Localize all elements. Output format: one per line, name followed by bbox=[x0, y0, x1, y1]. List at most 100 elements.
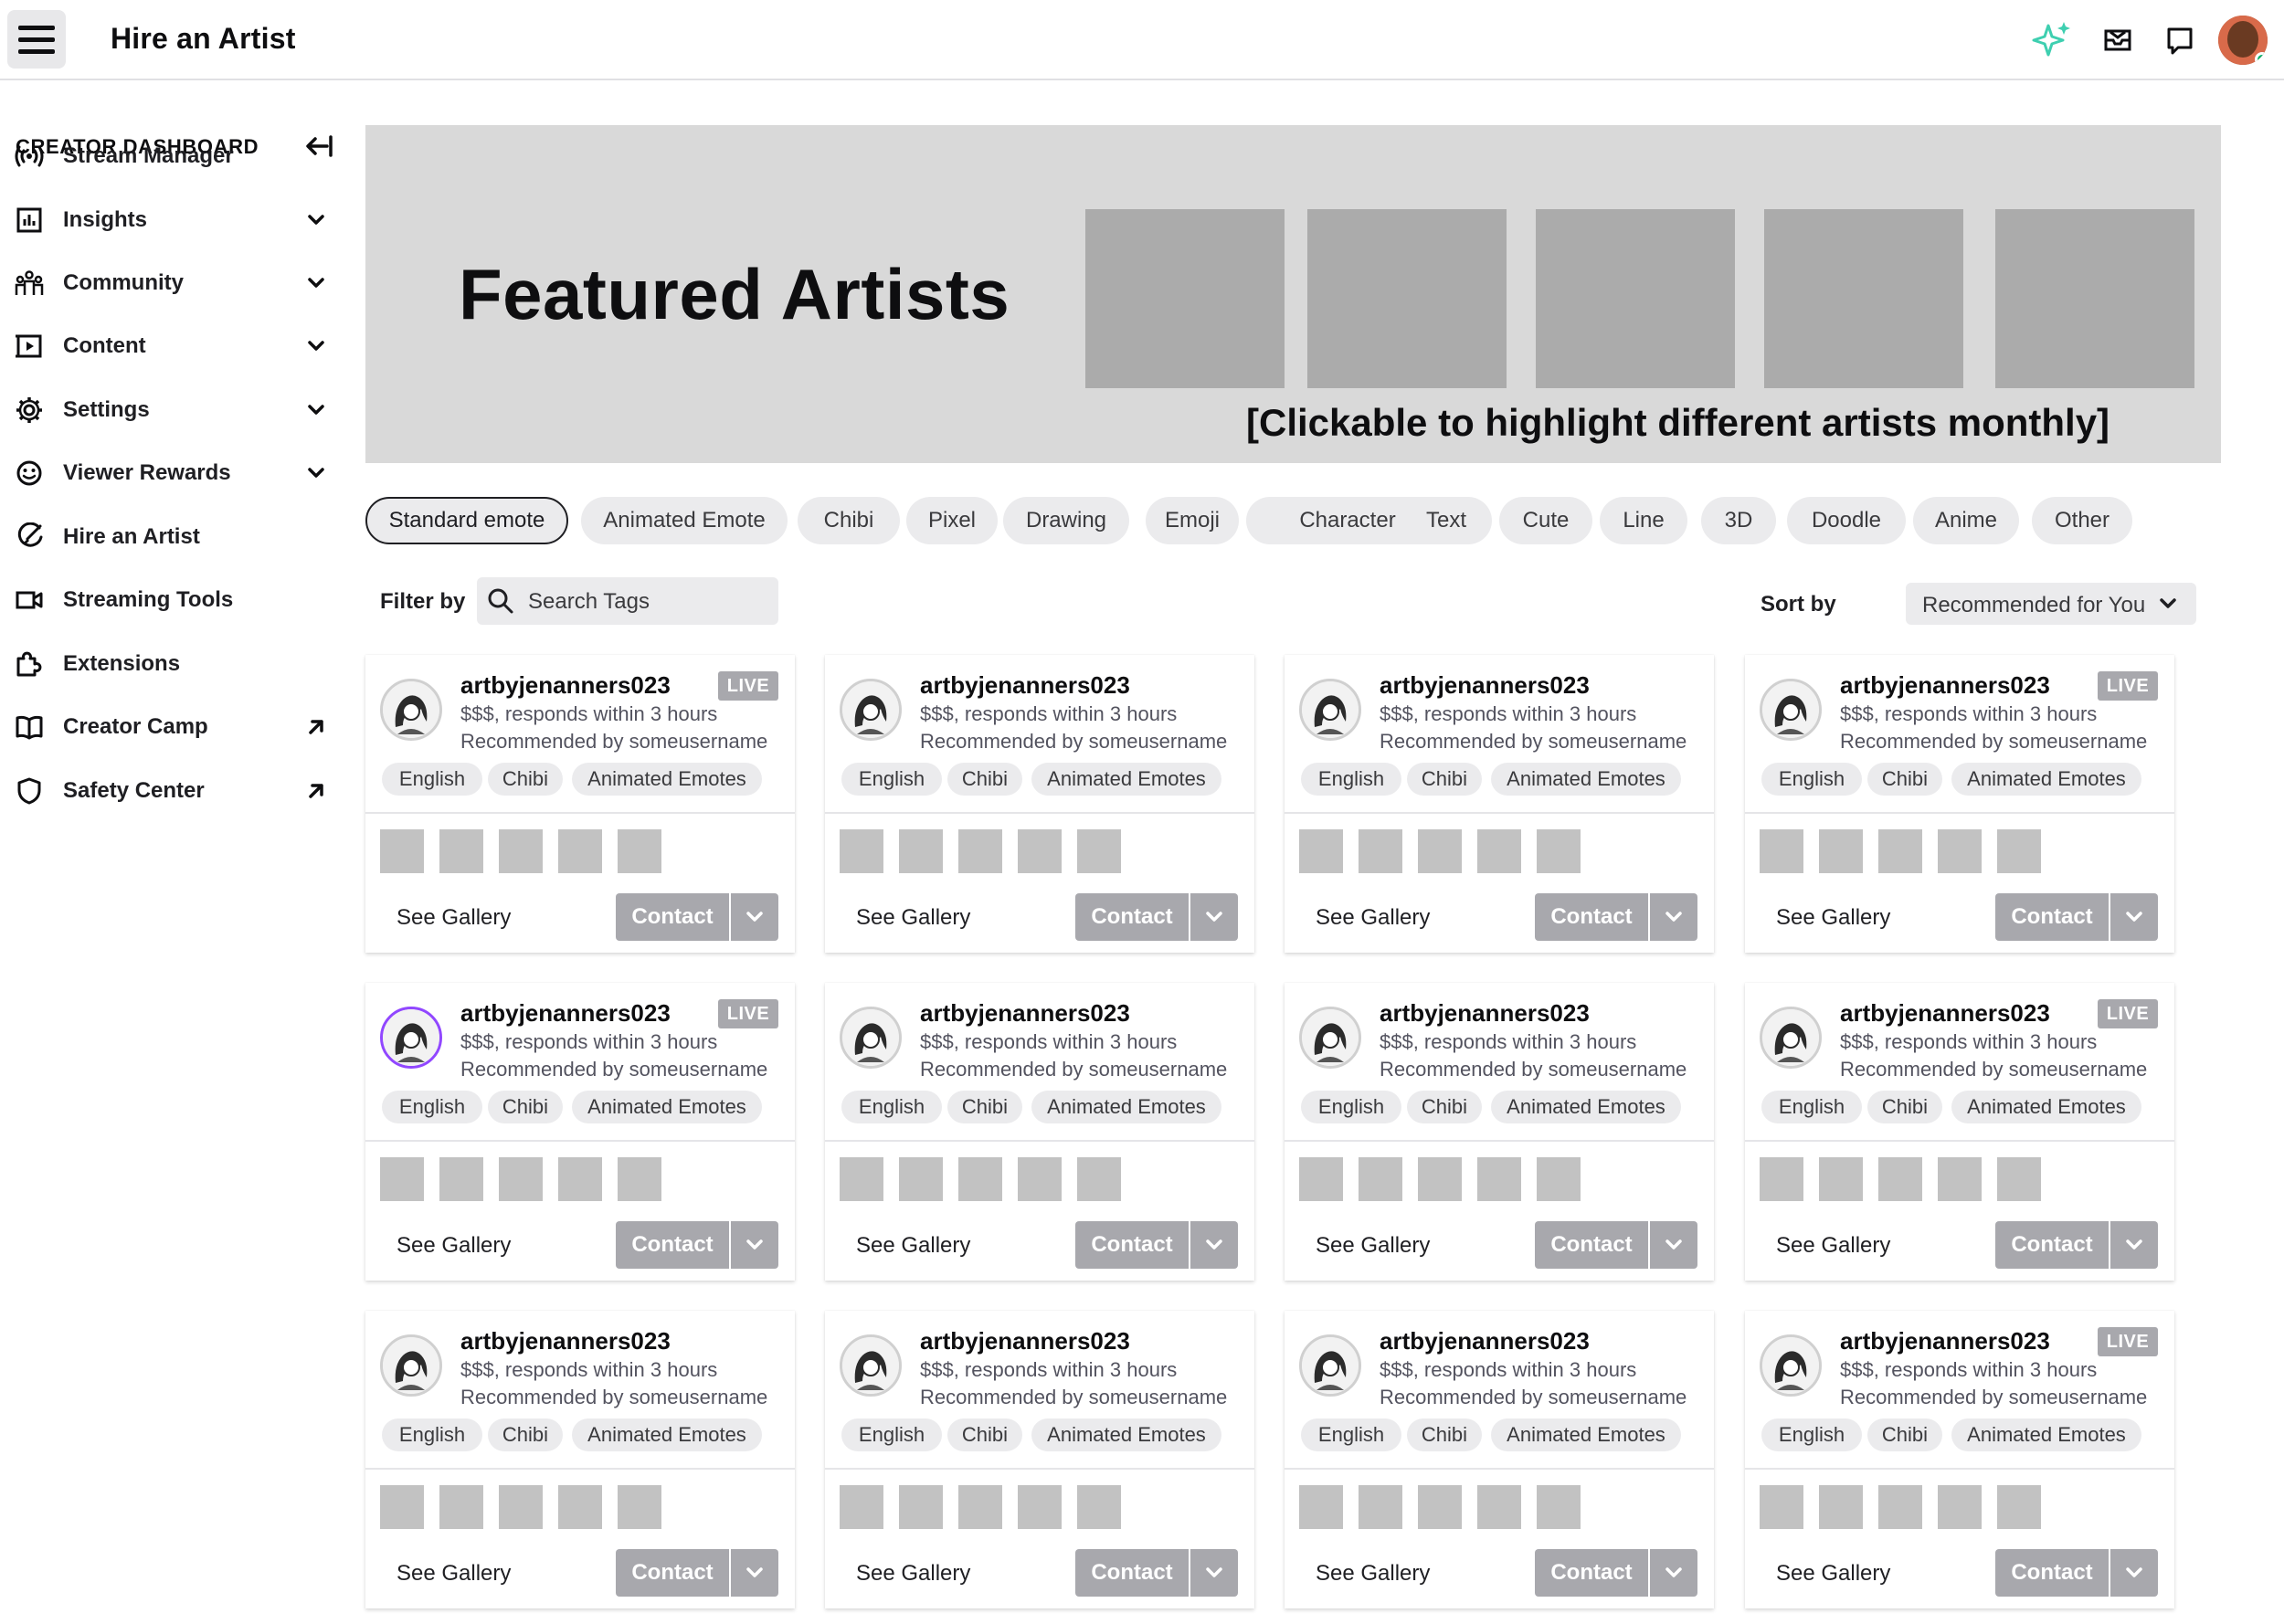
see-gallery-link[interactable]: See Gallery bbox=[856, 1561, 970, 1587]
gallery-thumbnail[interactable] bbox=[618, 1485, 661, 1529]
artist-tag[interactable]: Animated Emotes bbox=[572, 1091, 762, 1123]
artist-tag[interactable]: Animated Emotes bbox=[1491, 1418, 1681, 1451]
contact-button[interactable]: Contact bbox=[1995, 893, 2109, 941]
artist-tag[interactable]: Animated Emotes bbox=[1031, 763, 1221, 796]
gallery-thumbnail[interactable] bbox=[558, 829, 602, 873]
gallery-thumbnail[interactable] bbox=[1760, 829, 1803, 873]
artist-avatar[interactable] bbox=[840, 1334, 902, 1397]
gallery-thumbnail[interactable] bbox=[1299, 1485, 1343, 1529]
sidebar-item-community[interactable]: Community bbox=[0, 258, 347, 309]
artist-tag[interactable]: Chibi bbox=[1867, 1418, 1942, 1451]
gallery-thumbnail[interactable] bbox=[618, 829, 661, 873]
gallery-thumbnail[interactable] bbox=[899, 1157, 943, 1201]
see-gallery-link[interactable]: See Gallery bbox=[397, 905, 511, 931]
gallery-thumbnail[interactable] bbox=[958, 1485, 1002, 1529]
sidebar-item-safety-center[interactable]: Safety Center bbox=[0, 765, 347, 817]
gallery-thumbnail[interactable] bbox=[558, 1485, 602, 1529]
filter-chip[interactable]: Emoji bbox=[1146, 497, 1239, 544]
gallery-thumbnail[interactable] bbox=[1878, 1157, 1922, 1201]
contact-button[interactable]: Contact bbox=[1075, 1221, 1189, 1269]
whisper-icon[interactable] bbox=[2160, 20, 2200, 60]
filter-chip[interactable]: 3D bbox=[1701, 497, 1776, 544]
featured-artist-thumb[interactable] bbox=[1764, 209, 1963, 388]
see-gallery-link[interactable]: See Gallery bbox=[1776, 1561, 1890, 1587]
filter-chip[interactable]: Other bbox=[2032, 497, 2132, 544]
gallery-thumbnail[interactable] bbox=[1077, 1157, 1121, 1201]
gallery-thumbnail[interactable] bbox=[1537, 1485, 1581, 1529]
search-tags-input[interactable]: Search Tags bbox=[477, 577, 778, 625]
gallery-thumbnail[interactable] bbox=[840, 1157, 883, 1201]
gallery-thumbnail[interactable] bbox=[1760, 1485, 1803, 1529]
artist-card[interactable]: artbyjenanners023 $$$, responds within 3 … bbox=[365, 655, 795, 953]
artist-card[interactable]: artbyjenanners023 $$$, responds within 3 … bbox=[825, 1311, 1254, 1608]
gallery-thumbnail[interactable] bbox=[1077, 829, 1121, 873]
sidebar-item-stream-manager[interactable]: Stream Manager bbox=[0, 131, 347, 182]
featured-artists-banner[interactable]: Featured Artists [Clickable to highlight… bbox=[365, 125, 2221, 463]
filter-chip[interactable]: Pixel bbox=[906, 497, 998, 544]
artist-tag[interactable]: Chibi bbox=[1407, 1091, 1482, 1123]
gallery-thumbnail[interactable] bbox=[1359, 1485, 1402, 1529]
gallery-thumbnail[interactable] bbox=[1418, 1157, 1462, 1201]
gallery-thumbnail[interactable] bbox=[439, 829, 483, 873]
gallery-thumbnail[interactable] bbox=[1938, 1485, 1982, 1529]
artist-card[interactable]: artbyjenanners023 $$$, responds within 3 … bbox=[825, 983, 1254, 1281]
contact-dropdown-button[interactable] bbox=[1190, 1549, 1238, 1597]
artist-card[interactable]: artbyjenanners023 $$$, responds within 3 … bbox=[365, 1311, 795, 1608]
artist-card[interactable]: artbyjenanners023 $$$, responds within 3 … bbox=[825, 655, 1254, 953]
artist-card[interactable]: artbyjenanners023 $$$, responds within 3 … bbox=[1745, 655, 2174, 953]
sidebar-item-creator-camp[interactable]: Creator Camp bbox=[0, 701, 347, 753]
contact-button[interactable]: Contact bbox=[616, 1549, 729, 1597]
gallery-thumbnail[interactable] bbox=[1819, 829, 1863, 873]
artist-tag[interactable]: Chibi bbox=[488, 763, 563, 796]
artist-tag[interactable]: English bbox=[382, 1091, 482, 1123]
gallery-thumbnail[interactable] bbox=[618, 1157, 661, 1201]
contact-dropdown-button[interactable] bbox=[731, 893, 778, 941]
contact-button[interactable]: Contact bbox=[1535, 893, 1648, 941]
artist-name[interactable]: artbyjenanners023 bbox=[1380, 1327, 1590, 1355]
artist-tag[interactable]: Animated Emotes bbox=[1951, 1418, 2141, 1451]
artist-tag[interactable]: English bbox=[382, 763, 482, 796]
sidebar-item-content[interactable]: Content bbox=[0, 321, 347, 372]
artist-tag[interactable]: English bbox=[1761, 1091, 1862, 1123]
gallery-thumbnail[interactable] bbox=[899, 829, 943, 873]
filter-chip[interactable]: Doodle bbox=[1787, 497, 1906, 544]
contact-dropdown-button[interactable] bbox=[2110, 1549, 2158, 1597]
gallery-thumbnail[interactable] bbox=[1537, 1157, 1581, 1201]
see-gallery-link[interactable]: See Gallery bbox=[1316, 1561, 1430, 1587]
artist-tag[interactable]: English bbox=[1301, 1418, 1401, 1451]
gallery-thumbnail[interactable] bbox=[1418, 1485, 1462, 1529]
artist-tag[interactable]: Chibi bbox=[947, 1091, 1022, 1123]
artist-tag[interactable]: Animated Emotes bbox=[1031, 1091, 1221, 1123]
gallery-thumbnail[interactable] bbox=[1477, 1157, 1521, 1201]
sort-dropdown[interactable]: Recommended for You bbox=[1906, 583, 2196, 625]
contact-dropdown-button[interactable] bbox=[1650, 1549, 1697, 1597]
gallery-thumbnail[interactable] bbox=[1299, 1157, 1343, 1201]
gallery-thumbnail[interactable] bbox=[1537, 829, 1581, 873]
artist-card[interactable]: artbyjenanners023 $$$, responds within 3 … bbox=[1745, 983, 2174, 1281]
gallery-thumbnail[interactable] bbox=[558, 1157, 602, 1201]
artist-tag[interactable]: Animated Emotes bbox=[1031, 1418, 1221, 1451]
artist-tag[interactable]: Chibi bbox=[1407, 1418, 1482, 1451]
gallery-thumbnail[interactable] bbox=[840, 829, 883, 873]
artist-name[interactable]: artbyjenanners023 bbox=[460, 1327, 671, 1355]
artist-name[interactable]: artbyjenanners023 bbox=[920, 999, 1130, 1028]
artist-avatar[interactable] bbox=[840, 1007, 902, 1069]
featured-artist-thumb[interactable] bbox=[1995, 209, 2194, 388]
gallery-thumbnail[interactable] bbox=[1997, 1157, 2041, 1201]
artist-tag[interactable]: Chibi bbox=[947, 763, 1022, 796]
artist-tag[interactable]: English bbox=[841, 763, 942, 796]
contact-dropdown-button[interactable] bbox=[1650, 1221, 1697, 1269]
artist-avatar[interactable] bbox=[1299, 1334, 1361, 1397]
gallery-thumbnail[interactable] bbox=[439, 1157, 483, 1201]
artist-tag[interactable]: English bbox=[1761, 763, 1862, 796]
sidebar-item-streaming-tools[interactable]: Streaming Tools bbox=[0, 575, 347, 626]
contact-button[interactable]: Contact bbox=[1535, 1221, 1648, 1269]
artist-avatar[interactable] bbox=[1760, 1334, 1822, 1397]
artist-avatar[interactable] bbox=[380, 1334, 442, 1397]
filter-chip[interactable]: Text bbox=[1401, 497, 1492, 544]
gallery-thumbnail[interactable] bbox=[1359, 829, 1402, 873]
artist-tag[interactable]: Chibi bbox=[488, 1418, 563, 1451]
contact-button[interactable]: Contact bbox=[616, 1221, 729, 1269]
gallery-thumbnail[interactable] bbox=[1760, 1157, 1803, 1201]
artist-avatar[interactable] bbox=[380, 679, 442, 741]
